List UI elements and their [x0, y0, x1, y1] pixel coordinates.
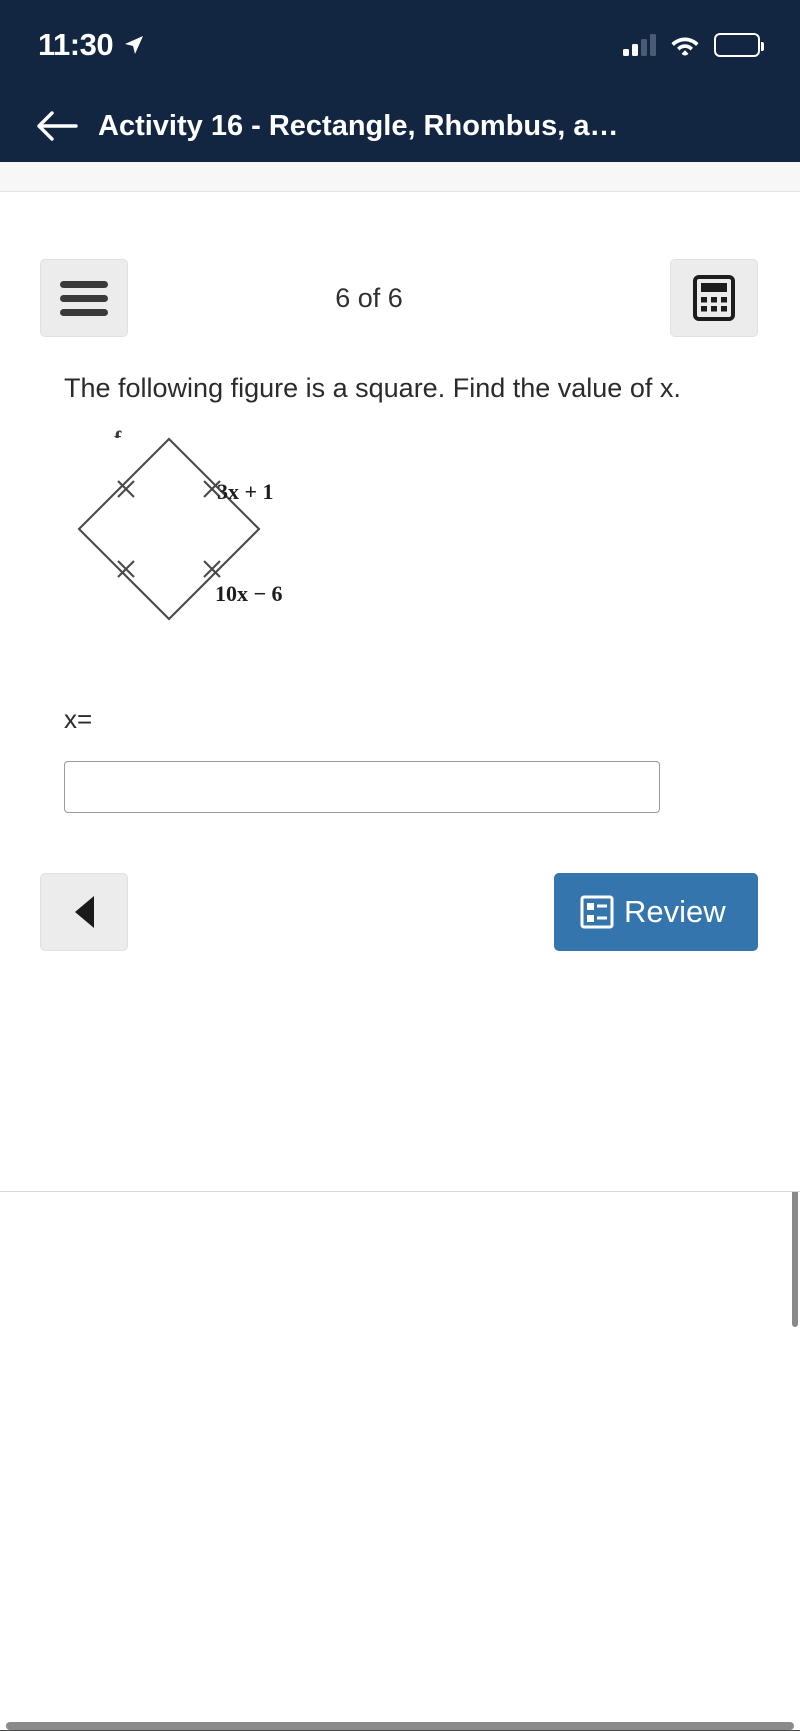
activity-toolbar: 6 of 6	[0, 192, 800, 342]
review-button-label: Review	[624, 894, 726, 930]
status-bar: 11:30	[0, 0, 800, 90]
page-title: Activity 16 - Rectangle, Rhombus, a…	[98, 109, 619, 142]
hamburger-menu-icon	[60, 280, 108, 316]
menu-button[interactable]	[40, 259, 128, 337]
activity-content-card: 6 of 6 The following figure is a square.…	[0, 192, 800, 1192]
calculator-icon	[693, 275, 735, 321]
cellular-bars-icon	[623, 34, 656, 56]
page-counter: 6 of 6	[335, 282, 403, 313]
content-top-strip	[0, 162, 800, 192]
question-prompt: The following figure is a square. Find t…	[64, 373, 681, 403]
status-bar-left: 11:30	[38, 27, 146, 63]
review-list-icon	[580, 895, 614, 929]
wifi-icon	[671, 37, 699, 56]
figure-label-top-right: 3x + 1	[217, 479, 274, 505]
review-button[interactable]: Review	[554, 873, 758, 952]
square-diamond-diagram	[77, 437, 261, 621]
figure-label-bottom-right: 10x − 6	[215, 581, 283, 607]
system-scrollbar-area	[0, 1722, 800, 1730]
status-time: 11:30	[38, 27, 114, 62]
back-arrow-icon[interactable]	[36, 109, 78, 143]
previous-question-button[interactable]	[40, 873, 128, 952]
location-arrow-icon	[125, 36, 144, 54]
status-bar-right	[623, 33, 764, 57]
calculator-button[interactable]	[670, 259, 758, 337]
horizontal-scrollbar[interactable]	[6, 1722, 794, 1730]
previous-triangle-icon	[74, 896, 94, 929]
activity-nav-row: Review	[0, 813, 800, 952]
geometry-figure: f b 3x + 1 10x − 6	[64, 424, 364, 654]
battery-icon	[714, 33, 764, 57]
answer-label: x=	[64, 704, 93, 735]
answer-input[interactable]	[64, 761, 660, 814]
browser-content-area: 6 of 6 The following figure is a square.…	[0, 162, 800, 1722]
app-header: Activity 16 - Rectangle, Rhombus, a…	[0, 90, 800, 162]
